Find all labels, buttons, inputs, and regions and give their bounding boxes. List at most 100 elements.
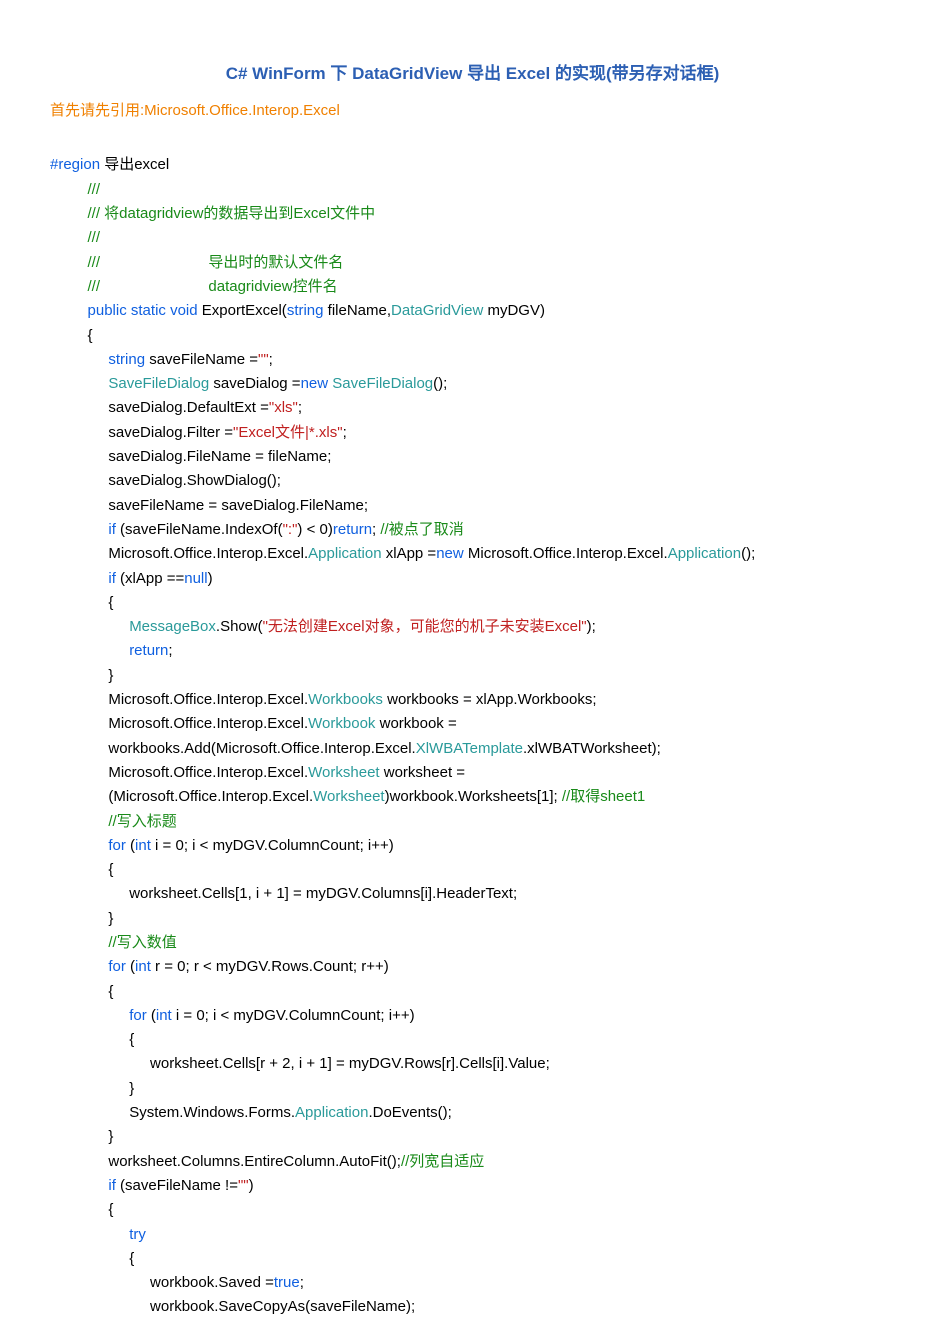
kw: int [135,958,151,975]
line: Microsoft.Office.Interop.Excel.Workbook … [50,715,457,732]
line: } [50,667,113,684]
line: saveDialog.FileName = fileName; [50,448,331,465]
kw: try [129,1226,146,1243]
text: (); [433,375,447,392]
comment: //列宽自适应 [401,1153,484,1170]
brace: } [108,910,113,927]
text: (); [741,545,755,562]
keyword-region: #region [50,156,100,173]
text: saveDialog.Filter = [108,424,233,441]
text: ; [300,1274,304,1291]
line: public static void ExportExcel(string fi… [50,302,545,319]
text: 导出excel [100,156,169,173]
kw: void [170,302,198,319]
type: Application [295,1104,368,1121]
comment: //写入标题 [108,813,176,830]
line: #region 导出excel [50,156,169,173]
comment: //取得sheet1 [562,788,645,805]
kw: new [436,545,464,562]
line: if (saveFileName !="") [50,1177,254,1194]
intro-line: 首先请先引用:Microsoft.Office.Interop.Excel [50,99,895,123]
kw: for [108,958,126,975]
comment: /// 将datagridview的数据导出到Excel文件中 [88,205,376,222]
type: Workbooks [308,691,383,708]
text: workbook = [375,715,456,732]
text: Microsoft.Office.Interop.Excel. [108,715,308,732]
text: saveDialog.FileName = fileName; [108,448,331,465]
comment: 导出时的默认文件名 [208,254,343,271]
text: ) [208,570,213,587]
line: Microsoft.Office.Interop.Excel.Workbooks… [50,691,597,708]
line: { [50,1031,134,1048]
kw: if [108,1177,116,1194]
comment: /// [88,254,101,271]
line: workbook.Saved =true; [50,1274,304,1291]
line: saveDialog.Filter ="Excel文件|*.xls"; [50,424,347,441]
kw: for [129,1007,147,1024]
line: string saveFileName =""; [50,351,273,368]
brace: } [108,667,113,684]
type: Application [668,545,741,562]
text: worksheet.Cells[r + 2, i + 1] = myDGV.Ro… [150,1055,550,1072]
string: "Excel文件|*.xls" [233,424,343,441]
line: if (saveFileName.IndexOf(":") < 0)return… [50,521,464,538]
line: worksheet.Cells[r + 2, i + 1] = myDGV.Ro… [50,1055,550,1072]
brace: { [108,983,113,1000]
text: ( [126,958,135,975]
line: saveDialog.DefaultExt ="xls"; [50,399,302,416]
brace: { [108,594,113,611]
kw: int [135,837,151,854]
kw: int [156,1007,172,1024]
kw: return [129,642,168,659]
kw: for [108,837,126,854]
type: SaveFileDialog [108,375,209,392]
line: MessageBox.Show("无法创建Excel对象，可能您的机子未安装Ex… [50,618,596,635]
text: ; [269,351,273,368]
kw: string [287,302,324,319]
line: SaveFileDialog saveDialog =new SaveFileD… [50,375,447,392]
line: Microsoft.Office.Interop.Excel.Applicati… [50,545,755,562]
text: workbook.SaveCopyAs(saveFileName); [150,1298,415,1315]
line: /// 导出时的默认文件名 [50,254,343,271]
text: (xlApp == [116,570,184,587]
line: return; [50,642,173,659]
kw: null [184,570,207,587]
comment: datagridview控件名 [208,278,337,295]
kw: new [301,375,329,392]
line: System.Windows.Forms.Application.DoEvent… [50,1104,452,1121]
line: { [50,1201,113,1218]
line: workbooks.Add(Microsoft.Office.Interop.E… [50,740,661,757]
type: Workbook [308,715,375,732]
text: saveFileName = saveDialog.FileName; [108,497,368,514]
text: worksheet.Cells[1, i + 1] = myDGV.Column… [129,885,517,902]
line: /// [50,229,100,246]
line: { [50,594,113,611]
text: .DoEvents(); [368,1104,451,1121]
kw: public [88,302,127,319]
text: workbooks.Add(Microsoft.Office.Interop.E… [108,740,415,757]
brace: { [108,1201,113,1218]
text: r = 0; r < myDGV.Rows.Count; r++) [151,958,389,975]
line: if (xlApp ==null) [50,570,213,587]
text: worksheet = [380,764,465,781]
text: saveDialog = [209,375,300,392]
text: .xlWBATWorksheet); [523,740,661,757]
line: /// [50,181,100,198]
text: ) [249,1177,254,1194]
text: saveDialog.ShowDialog(); [108,472,281,489]
line: (Microsoft.Office.Interop.Excel.Workshee… [50,788,645,805]
text: .Show( [216,618,263,635]
text: ( [147,1007,156,1024]
string: "无法创建Excel对象，可能您的机子未安装Excel" [263,618,587,635]
line: /// datagridview控件名 [50,278,338,295]
page-title: C# WinForm 下 DataGridView 导出 Excel 的实现(带… [50,60,895,87]
text: Microsoft.Office.Interop.Excel. [108,764,308,781]
brace: } [108,1128,113,1145]
text: i = 0; i < myDGV.ColumnCount; i++) [172,1007,415,1024]
line: for (int i = 0; i < myDGV.ColumnCount; i… [50,1007,415,1024]
kw: string [108,351,145,368]
line: /// 将datagridview的数据导出到Excel文件中 [50,205,375,222]
line: { [50,983,113,1000]
type: Worksheet [313,788,384,805]
text: myDGV) [483,302,545,319]
